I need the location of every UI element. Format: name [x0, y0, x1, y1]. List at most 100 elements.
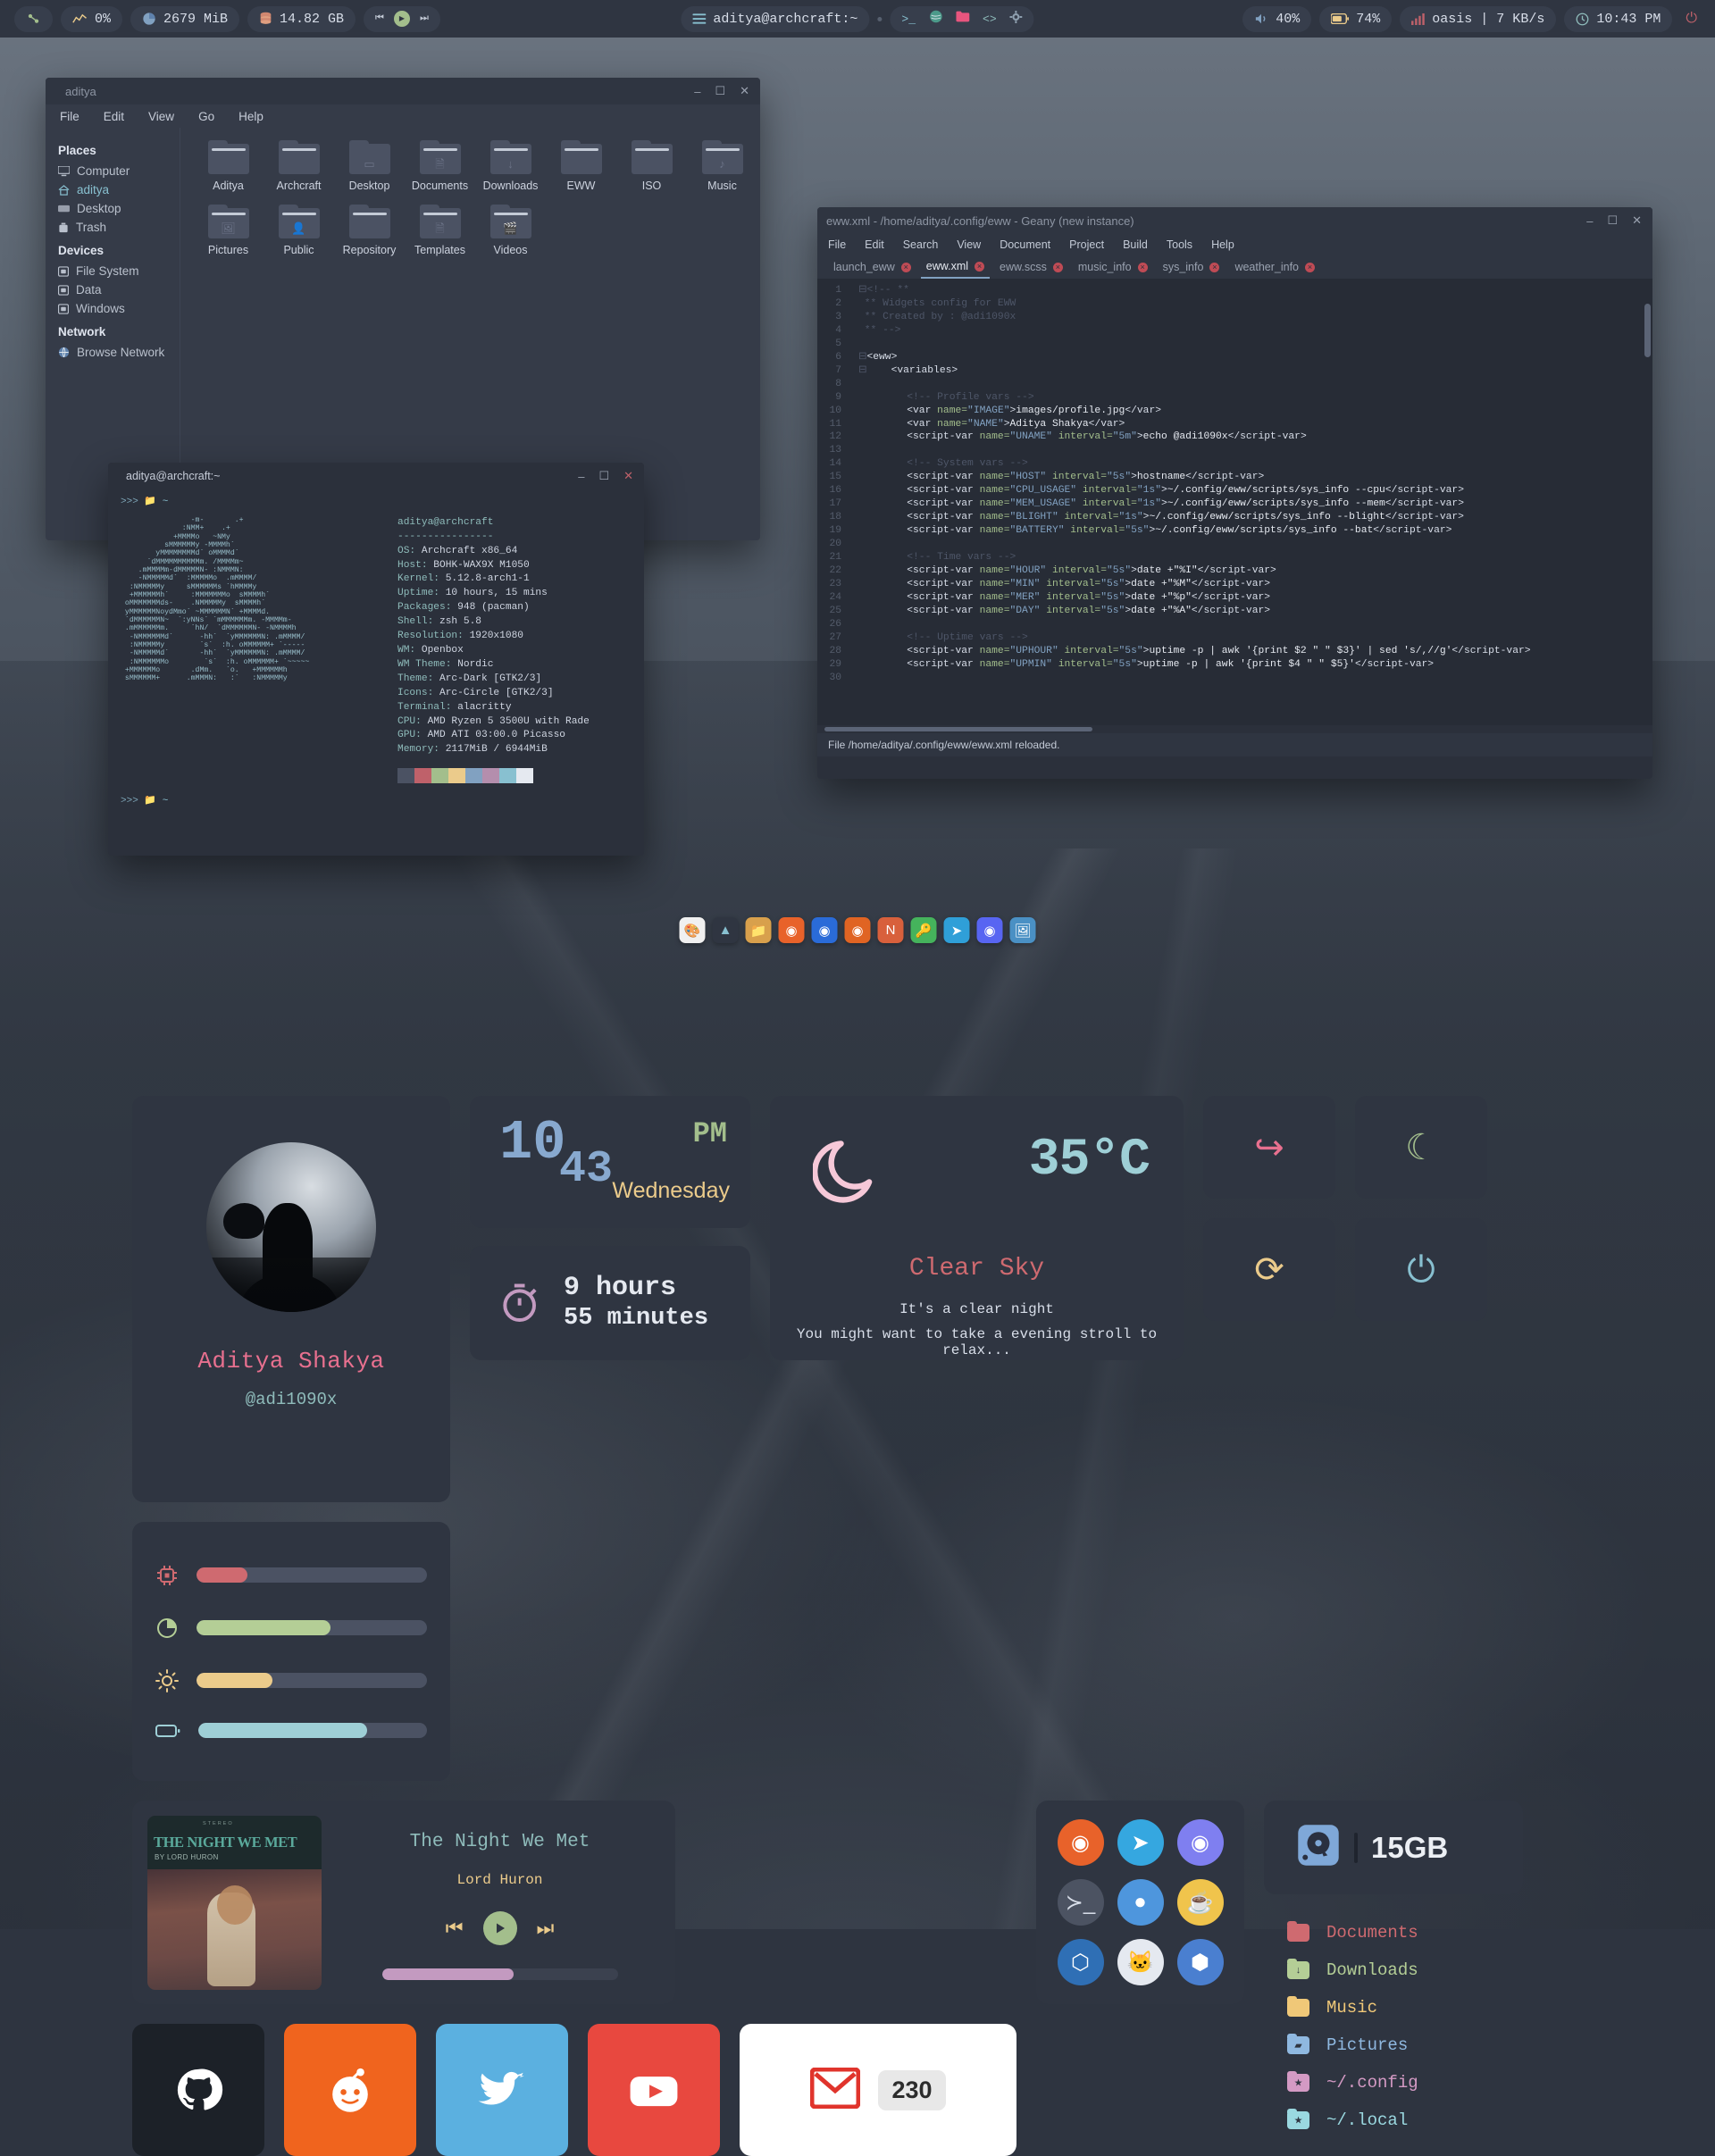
sidebar-item-file-system[interactable]: File System: [58, 262, 180, 280]
code-icon[interactable]: <>: [983, 13, 997, 26]
gitkraken-icon[interactable]: 🐱: [1117, 1939, 1164, 1985]
close-button[interactable]: ✕: [623, 469, 633, 483]
launcher-group[interactable]: >_ <>: [890, 5, 1034, 32]
close-icon[interactable]: ×: [1137, 262, 1148, 272]
file-manager-window-buttons[interactable]: – ☐ ✕: [694, 78, 749, 104]
music-play-button[interactable]: [482, 1911, 517, 1945]
folder-item[interactable]: Aditya: [193, 140, 264, 192]
terminal-icon[interactable]: >_: [901, 13, 916, 26]
folder-item[interactable]: 🗎 Documents: [405, 140, 475, 192]
slider-track[interactable]: [197, 1673, 427, 1688]
virtualbox-icon[interactable]: ⬢: [1176, 1939, 1224, 1985]
geany-window-buttons[interactable]: – ☐ ✕: [1586, 207, 1642, 234]
bookmark-Pictures[interactable]: ▰ Pictures: [1287, 2026, 1523, 2064]
slider-track[interactable]: [197, 1620, 427, 1635]
folder-item[interactable]: 🖼 Pictures: [193, 205, 264, 256]
maximize-button[interactable]: ☐: [598, 469, 609, 483]
disk-indicator[interactable]: 14.82 GB: [247, 5, 356, 32]
close-icon[interactable]: ×: [1305, 262, 1316, 272]
vertical-scrollbar[interactable]: [1644, 304, 1651, 357]
tea-icon[interactable]: ☕: [1176, 1879, 1224, 1926]
keys-icon[interactable]: 🔑: [910, 917, 937, 943]
bookmark-Downloads[interactable]: ↓ Downloads: [1287, 1951, 1523, 1989]
brave-icon[interactable]: ◉: [778, 917, 805, 943]
minimize-button[interactable]: –: [1586, 214, 1593, 228]
menu-help[interactable]: Help: [238, 110, 264, 123]
close-button[interactable]: ✕: [740, 84, 749, 98]
music-next-button[interactable]: ⏭: [537, 1917, 555, 1940]
maximize-button[interactable]: ☐: [715, 84, 725, 98]
terminal-window[interactable]: aditya@archcraft:~ – ☐ ✕ >>> 📁 ~ -m- .+ …: [108, 463, 644, 856]
nordpass-icon[interactable]: N: [877, 917, 904, 943]
close-icon[interactable]: ×: [975, 261, 985, 272]
folder-item[interactable]: Archcraft: [264, 140, 334, 192]
slider-track[interactable]: [198, 1723, 427, 1738]
geany-menubar[interactable]: File Edit Search View Document Project Build To…: [817, 234, 1652, 255]
gmail-tile[interactable]: 230: [740, 2024, 1016, 2156]
sidebar-item-windows[interactable]: Windows: [58, 299, 180, 318]
bookmarks-list[interactable]: Documents ↓ Downloads Music ▰ Pictures ★ ~/.con…: [1264, 1914, 1523, 2139]
geany-menu-edit[interactable]: Edit: [865, 238, 884, 251]
discord-icon[interactable]: ◉: [1176, 1819, 1224, 1866]
firefox-dev-icon[interactable]: ◉: [811, 917, 838, 943]
editor-tab-music-info[interactable]: music_info ×: [1073, 255, 1153, 279]
files-icon[interactable]: ●: [1117, 1879, 1164, 1926]
firefox-icon[interactable]: ◉: [1057, 1819, 1104, 1866]
close-icon[interactable]: ×: [1052, 262, 1063, 272]
music-prev-button[interactable]: ⏮: [446, 1917, 464, 1940]
power-button[interactable]: ⏻: [1355, 1218, 1487, 1321]
network-indicator[interactable]: oasis | 7 KB/s: [1400, 5, 1557, 32]
geany-tabbar[interactable]: launch_eww × eww.xml × eww.scss × music_info × s…: [817, 255, 1652, 279]
maximize-button[interactable]: ☐: [1607, 213, 1618, 228]
media-prev-button[interactable]: ⏮: [375, 13, 384, 24]
memory-slider[interactable]: [155, 1617, 427, 1640]
telegram-icon[interactable]: ➤: [1117, 1819, 1164, 1866]
cpu-slider[interactable]: [155, 1564, 427, 1587]
bookmark-Music[interactable]: Music: [1287, 1989, 1523, 2026]
menu-view[interactable]: View: [148, 110, 174, 123]
folder-item[interactable]: ↓ Downloads: [475, 140, 546, 192]
geany-editor[interactable]: 1 2 3 4 5 6 7 8 9 10 11 12 13 14 15 16 17 18 19 20 21 22 23 24 2…: [817, 279, 1652, 725]
close-icon[interactable]: ×: [1209, 262, 1220, 272]
editor-tab-sys-info[interactable]: sys_info ×: [1158, 255, 1226, 279]
app-launcher-card[interactable]: ◉ ➤ ◉ ≻_ ● ☕ ⬡ 🐱 ⬢: [1036, 1801, 1244, 2004]
browser-icon[interactable]: [929, 10, 942, 28]
firefox-icon[interactable]: ◉: [844, 917, 871, 943]
geany-menu-document[interactable]: Document: [1000, 238, 1050, 251]
geany-menu-build[interactable]: Build: [1123, 238, 1148, 251]
folder-item[interactable]: EWW: [546, 140, 616, 192]
code-content[interactable]: ⊟<!-- ** ** Widgets config for EWW ** Cr…: [848, 279, 1652, 725]
power-button[interactable]: ⏻: [1680, 11, 1702, 27]
folder-item[interactable]: 🎬 Videos: [475, 205, 546, 256]
geany-window[interactable]: eww.xml - /home/aditya/.config/eww - Gea…: [817, 207, 1652, 779]
bookmark--local[interactable]: ★ ~/.local: [1287, 2102, 1523, 2139]
vscode-icon[interactable]: ⬡: [1057, 1939, 1104, 1985]
telegram-icon[interactable]: ➤: [943, 917, 970, 943]
terminal-icon[interactable]: ≻_: [1057, 1879, 1104, 1926]
terminal-window-buttons[interactable]: – ☐ ✕: [578, 463, 633, 489]
media-controls[interactable]: ⏮ ▶ ⏭: [364, 5, 440, 32]
file-manager-titlebar[interactable]: aditya – ☐ ✕: [46, 78, 760, 104]
sidebar-item-browse-network[interactable]: Browse Network: [58, 343, 180, 362]
battery-indicator[interactable]: 74%: [1319, 5, 1393, 32]
clock-indicator[interactable]: 10:43 PM: [1564, 5, 1673, 32]
close-button[interactable]: ✕: [1632, 213, 1642, 228]
music-progress-bar[interactable]: [381, 1968, 618, 1980]
editor-tab-weather-info[interactable]: weather_info ×: [1229, 255, 1320, 279]
folder-item[interactable]: ♪ Music: [687, 140, 757, 192]
application-dock[interactable]: 🎨 ▲ 📁 ◉ ◉ ◉ N 🔑 ➤ ◉ 🖼: [679, 917, 1036, 943]
arch-logo-button[interactable]: [14, 5, 53, 32]
minimize-button[interactable]: –: [694, 85, 700, 98]
reboot-button[interactable]: ⟳: [1203, 1218, 1335, 1321]
cpu-indicator[interactable]: 0%: [61, 5, 123, 32]
volume-indicator[interactable]: 40%: [1242, 5, 1312, 32]
folder-item[interactable]: 🗎 Templates: [405, 205, 475, 256]
discord-icon[interactable]: ◉: [976, 917, 1003, 943]
twitter-tile[interactable]: [436, 2024, 568, 2156]
media-next-button[interactable]: ⏭: [420, 13, 429, 24]
reddit-tile[interactable]: [284, 2024, 416, 2156]
sidebar-item-computer[interactable]: Computer: [58, 162, 180, 180]
close-icon[interactable]: ×: [900, 262, 911, 272]
geany-menu-help[interactable]: Help: [1211, 238, 1234, 251]
sidebar-item-data[interactable]: Data: [58, 280, 180, 299]
